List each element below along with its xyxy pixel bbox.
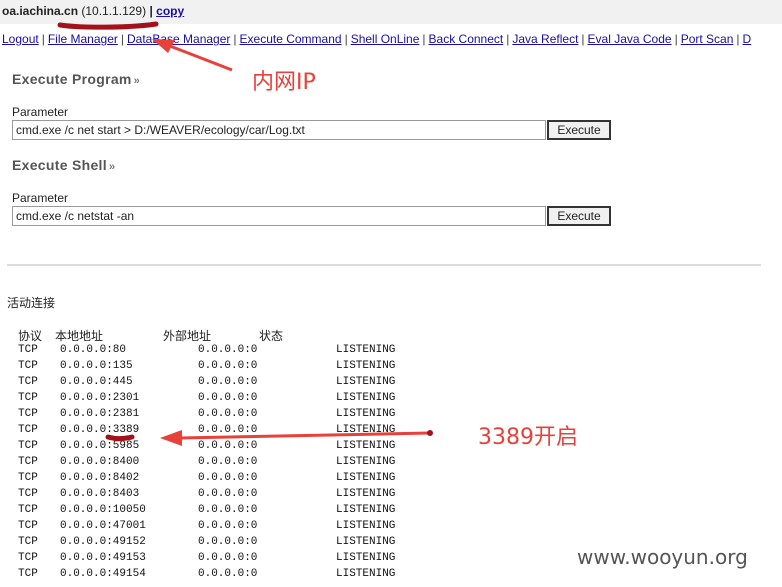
ip-arrow-head — [152, 39, 175, 53]
port-annotation: 3389开启 — [478, 425, 578, 450]
port-arrow-dot — [427, 430, 433, 436]
annotation-overlay — [57, 21, 433, 446]
port-arrow-head — [160, 430, 182, 446]
port-underline — [105, 434, 135, 441]
port-arrow-line — [179, 431, 431, 440]
ip-underline — [57, 21, 159, 30]
ip-arrow-line — [169, 44, 233, 72]
watermark: www.wooyun.org — [577, 545, 748, 569]
ip-annotation: 内网IP — [252, 70, 316, 95]
